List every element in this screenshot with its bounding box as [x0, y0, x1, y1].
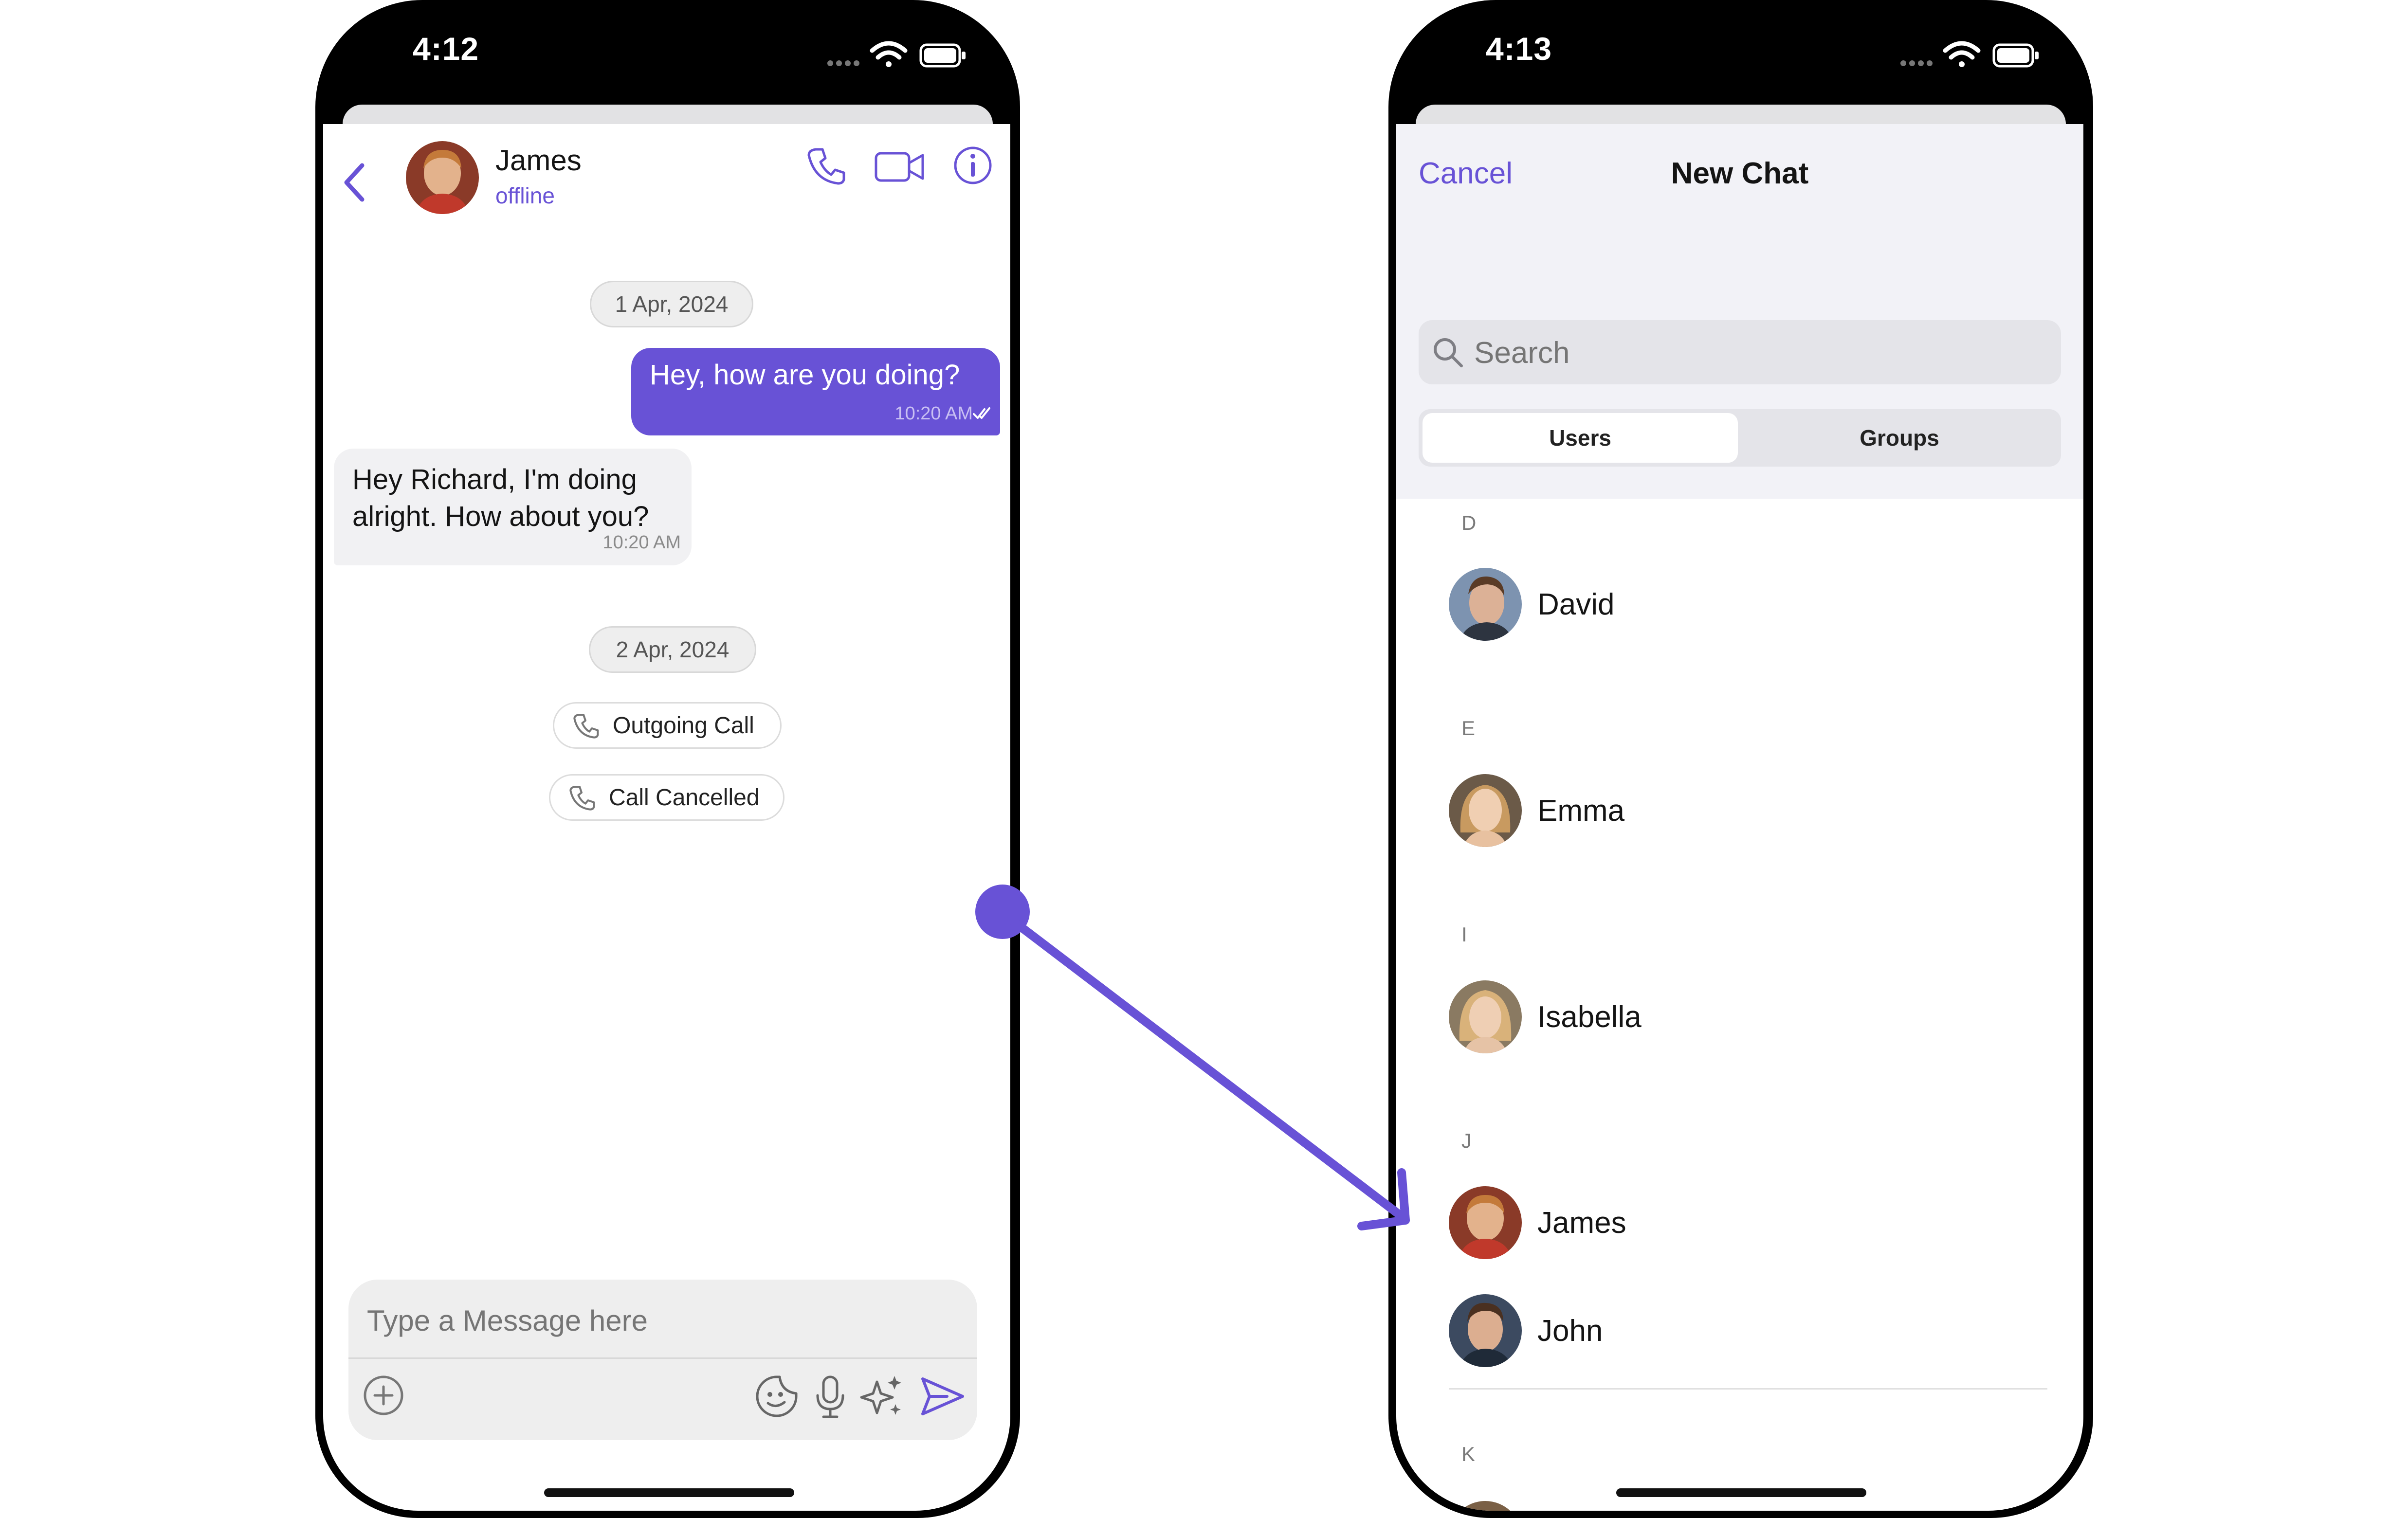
- new-chat-phone: 4:13 New Chat Cancel Search Users Groups…: [1388, 0, 2093, 1518]
- user-name: Isabella: [1537, 1000, 1642, 1034]
- date-separator: 2 Apr, 2024: [589, 626, 756, 673]
- send-icon[interactable]: [918, 1372, 967, 1421]
- status-time: 4:12: [413, 31, 479, 67]
- list-item-user[interactable]: David: [1449, 568, 2043, 641]
- section-header: D: [1461, 511, 1477, 534]
- avatar: [1449, 1294, 1522, 1367]
- sticker-icon[interactable]: [752, 1372, 801, 1421]
- incoming-message[interactable]: Hey Richard, I'm doing alright. How abou…: [334, 449, 692, 565]
- new-chat-screen: New Chat Cancel Users Groups D: [1396, 124, 2083, 1511]
- avatar: [1449, 568, 1522, 641]
- status-icons: [827, 41, 966, 68]
- mic-icon[interactable]: [811, 1372, 850, 1421]
- status-bar: 4:12: [315, 0, 1020, 102]
- user-name: Emma: [1537, 794, 1625, 828]
- row-divider: [1449, 1388, 2047, 1390]
- composer-divider: [348, 1357, 977, 1359]
- list-item-user[interactable]: John: [1449, 1294, 2043, 1367]
- segmented-control: Users Groups: [1419, 409, 2061, 467]
- home-indicator: [1616, 1488, 1866, 1497]
- section-header: J: [1461, 1129, 1472, 1152]
- message-text: Hey, how are you doing?: [650, 359, 960, 391]
- list-item-user[interactable]: James: [1449, 1186, 2043, 1259]
- video-icon[interactable]: [873, 147, 927, 186]
- search-icon: [1434, 338, 1463, 367]
- contact-status: offline: [495, 183, 555, 208]
- flow-arrow-line: [1003, 912, 1406, 1221]
- search-bar: [1419, 320, 2061, 384]
- chat-screen: James offline 1 Apr, 2024 Hey, how are y…: [323, 124, 1010, 1511]
- phone-icon: [573, 714, 599, 739]
- call-log-text: Call Cancelled: [609, 784, 760, 811]
- signal-icon: [827, 60, 859, 66]
- add-icon[interactable]: [360, 1372, 407, 1419]
- call-log-outgoing[interactable]: Outgoing Call: [553, 702, 782, 749]
- cancel-button[interactable]: Cancel: [1419, 156, 1513, 191]
- avatar: [1449, 980, 1522, 1053]
- phone-icon: [569, 786, 595, 811]
- chat-header: James offline: [323, 124, 1010, 251]
- chevron-left-icon[interactable]: [338, 156, 372, 209]
- avatar: [1449, 774, 1522, 847]
- call-log-cancelled[interactable]: Call Cancelled: [549, 774, 784, 821]
- battery-icon: [1992, 43, 2039, 68]
- avatar: [1449, 1501, 1522, 1511]
- info-icon[interactable]: [951, 144, 995, 187]
- ai-sparkle-icon[interactable]: [857, 1372, 906, 1421]
- call-log-text: Outgoing Call: [613, 712, 754, 739]
- date-separator: 1 Apr, 2024: [590, 281, 753, 327]
- wifi-icon: [1943, 41, 1981, 67]
- signal-icon: [1900, 60, 1933, 66]
- list-item-user[interactable]: Emma: [1449, 774, 2043, 847]
- tab-groups[interactable]: Groups: [1742, 413, 2057, 463]
- list-item-user[interactable]: Isabella: [1449, 980, 2043, 1053]
- phone-icon[interactable]: [805, 144, 849, 187]
- contact-name[interactable]: James: [495, 144, 582, 177]
- message-text: Hey Richard, I'm doing alright. How abou…: [352, 464, 649, 532]
- wifi-icon: [870, 41, 908, 67]
- section-header: K: [1461, 1443, 1476, 1465]
- chat-phone: 4:12 James offline 1 Apr, 2024 Hey, how …: [315, 0, 1020, 1518]
- status-icons: [1900, 41, 2039, 68]
- battery-icon: [919, 43, 966, 68]
- search-input[interactable]: [1473, 330, 2049, 376]
- avatar[interactable]: [406, 141, 479, 214]
- message-composer: [348, 1280, 977, 1440]
- message-input[interactable]: [366, 1293, 903, 1348]
- section-header: E: [1461, 717, 1476, 740]
- avatar: [1449, 1186, 1522, 1259]
- message-time: 10:20 AM: [602, 532, 681, 553]
- user-name: James: [1537, 1206, 1626, 1240]
- status-bar: 4:13: [1388, 0, 2093, 102]
- status-time: 4:13: [1486, 31, 1552, 67]
- home-indicator: [544, 1488, 794, 1497]
- user-name: John: [1537, 1314, 1603, 1348]
- read-receipt-icon: [973, 407, 990, 419]
- outgoing-message[interactable]: Hey, how are you doing? 10:20 AM: [631, 348, 1000, 435]
- tab-users[interactable]: Users: [1423, 413, 1738, 463]
- section-header: I: [1461, 923, 1467, 946]
- message-time: 10:20 AM: [894, 403, 973, 424]
- user-name: David: [1537, 588, 1615, 621]
